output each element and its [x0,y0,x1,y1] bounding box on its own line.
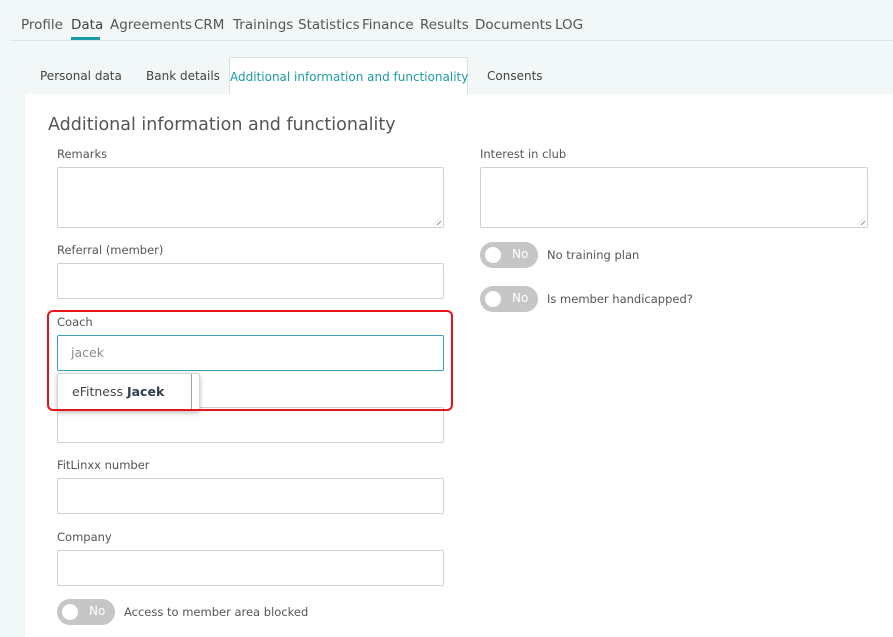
referral-input[interactable] [57,263,444,299]
hidden-field-input[interactable] [57,407,444,443]
nav-documents[interactable]: Documents [475,17,552,33]
highlight-annotation [47,310,453,411]
tab-consents[interactable]: Consents [487,57,543,95]
tab-additional-info[interactable]: Additional information and functionality [229,57,468,96]
remarks-textarea[interactable] [57,167,444,228]
resize-grip-icon[interactable] [433,217,441,225]
toggle-knob [62,604,78,620]
company-input[interactable] [57,550,444,586]
interest-label: Interest in club [480,147,567,161]
toggle-knob [485,247,501,263]
nav-data[interactable]: Data [71,17,103,33]
no-training-plan-toggle[interactable]: No [480,242,538,268]
access-blocked-label: Access to member area blocked [124,605,309,619]
toggle-state: No [512,291,529,305]
nav-crm[interactable]: CRM [194,17,224,33]
subtabs: Personal data Bank details Additional in… [26,57,893,96]
toggle-state: No [512,247,529,261]
handicapped-label: Is member handicapped? [547,292,693,306]
nav-active-indicator [71,37,100,40]
nav-log[interactable]: LOG [555,17,583,33]
access-blocked-toggle[interactable]: No [57,599,115,625]
nav-trainings[interactable]: Trainings [233,17,293,33]
interest-textarea[interactable] [480,167,868,228]
tab-bank-details[interactable]: Bank details [146,57,220,95]
top-nav: Profile Data Agreements CRM Trainings St… [10,0,893,41]
toggle-state: No [89,604,106,618]
toggle-knob [485,291,501,307]
nav-finance[interactable]: Finance [362,17,414,33]
handicapped-toggle[interactable]: No [480,286,538,312]
company-label: Company [57,530,112,544]
no-training-plan-label: No training plan [547,248,640,262]
tab-personal-data[interactable]: Personal data [40,57,122,95]
fitlinxx-label: FitLinxx number [57,458,150,472]
nav-statistics[interactable]: Statistics [298,17,360,33]
referral-label: Referral (member) [57,243,164,257]
fitlinxx-input[interactable] [57,478,444,514]
nav-results[interactable]: Results [420,17,469,33]
page-title: Additional information and functionality [48,115,396,135]
remarks-label: Remarks [57,147,108,161]
nav-agreements[interactable]: Agreements [110,17,192,33]
resize-grip-icon[interactable] [857,217,865,225]
nav-profile[interactable]: Profile [21,17,63,33]
